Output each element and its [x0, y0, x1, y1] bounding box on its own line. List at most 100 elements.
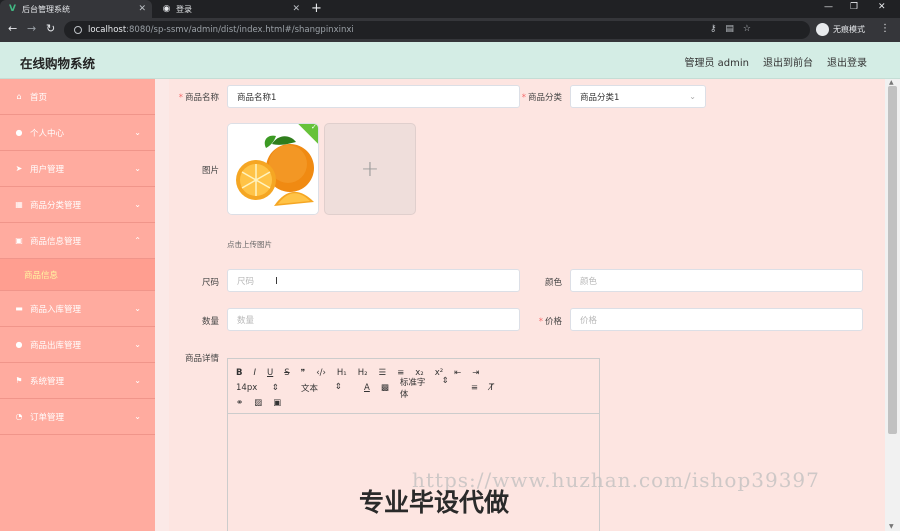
name-label: * 商品名称: [178, 93, 219, 103]
font-family-select[interactable]: 标准字体 ⇕: [400, 376, 460, 400]
chevron-down-icon: ⌄: [134, 412, 141, 421]
quantity-input[interactable]: 数量: [227, 308, 520, 331]
browser-tab-login[interactable]: ◉ 登录 ✕: [154, 0, 306, 18]
name-input[interactable]: 商品名称1: [227, 85, 520, 108]
sidebar-item-products[interactable]: ▣ 商品信息管理 ⌃: [0, 223, 155, 259]
sidebar-item-label: 商品入库管理: [30, 304, 82, 315]
sidebar-item-users[interactable]: ➤ 用户管理 ⌄: [0, 151, 155, 187]
star-icon[interactable]: ☆: [743, 24, 760, 34]
globe-icon: ◉: [162, 4, 171, 14]
underline-icon[interactable]: U: [267, 368, 273, 378]
sidebar-item-stock-in[interactable]: ▬ 商品入库管理 ⌄: [0, 291, 155, 327]
header1-icon[interactable]: H₁: [337, 368, 347, 378]
align-icon[interactable]: ≡: [471, 383, 478, 393]
sidebar: ⌂ 首页 ● 个人中心 ⌄ ➤ 用户管理 ⌄ ▦ 商品分类管理 ⌄ ▣ 商品信息…: [0, 79, 155, 531]
background-color-icon[interactable]: ▩: [381, 383, 389, 393]
bold-icon[interactable]: B: [236, 368, 242, 378]
main-content: * 商品名称 商品名称1 * 商品分类 商品分类1 ⌄ 图片 ✓ + 点击上传图…: [155, 79, 885, 531]
sidebar-item-orders[interactable]: ◔ 订单管理 ⌄: [0, 399, 155, 435]
text-cursor-icon: I: [275, 276, 278, 287]
sidebar-item-label: 首页: [30, 92, 48, 103]
orange-image: [228, 124, 318, 214]
price-label: * 价格: [538, 317, 562, 327]
detail-label: 商品详情: [184, 354, 219, 364]
text-type-select[interactable]: 文本 ⇕: [301, 382, 353, 394]
incognito-indicator[interactable]: 无痕模式: [816, 23, 865, 36]
page-scrollbar[interactable]: ▲ ▼: [885, 79, 900, 531]
chevron-down-icon: ⌄: [134, 128, 141, 137]
logout-link[interactable]: 退出登录: [827, 54, 867, 69]
address-bar[interactable]: localhost:8080/sp-ssmv/admin/dist/index.…: [64, 21, 810, 39]
incognito-icon: [816, 23, 829, 36]
back-to-front-link[interactable]: 退出到前台: [763, 54, 813, 69]
restore-icon[interactable]: ❐: [850, 2, 858, 12]
sidebar-item-label: 系统管理: [30, 376, 65, 387]
color-label: 颜色: [544, 278, 562, 288]
chevron-down-icon: ⌄: [134, 164, 141, 173]
app-header: 在线购物系统 管理员 admin 退出到前台 退出登录: [0, 42, 900, 79]
close-icon[interactable]: ✕: [292, 4, 300, 14]
sidebar-item-categories[interactable]: ▦ 商品分类管理 ⌄: [0, 187, 155, 223]
quantity-label: 数量: [201, 317, 219, 327]
browser-tab-bar: V 后台管理系统 ✕ ◉ 登录 ✕ + — ❐ ✕: [0, 0, 900, 18]
color-input[interactable]: 颜色: [570, 269, 863, 292]
site-info-icon[interactable]: [74, 26, 82, 34]
select-arrows-icon: ⇕: [441, 375, 449, 386]
sidebar-item-stock-out[interactable]: ● 商品出库管理 ⌄: [0, 327, 155, 363]
header2-icon[interactable]: H₂: [358, 368, 368, 378]
minimize-icon[interactable]: —: [824, 2, 833, 12]
uploaded-product-image[interactable]: ✓: [227, 123, 319, 215]
image-icon[interactable]: ▨: [254, 398, 262, 408]
sidebar-item-system[interactable]: ⚑ 系统管理 ⌄: [0, 363, 155, 399]
incognito-label: 无痕模式: [833, 25, 865, 34]
indent-icon[interactable]: ⇥: [472, 368, 479, 378]
chevron-down-icon: ⌄: [134, 200, 141, 209]
scroll-down-icon[interactable]: ▼: [889, 523, 894, 530]
text-type-value: 文本: [301, 383, 319, 394]
font-size-select[interactable]: 14px ⇕: [236, 383, 290, 393]
scroll-up-icon[interactable]: ▲: [889, 79, 894, 86]
window-close-icon[interactable]: ✕: [878, 2, 886, 12]
plus-icon: +: [360, 156, 380, 182]
video-icon[interactable]: ▣: [273, 398, 281, 408]
key-icon[interactable]: ⚷: [710, 24, 726, 34]
address-bar-actions[interactable]: ⚷▤☆: [710, 24, 760, 34]
link-icon[interactable]: ⚭: [236, 398, 243, 408]
check-icon: ✓: [311, 123, 317, 131]
browser-menu-icon[interactable]: ⋮: [880, 23, 890, 34]
blockquote-icon[interactable]: ❞: [301, 368, 306, 378]
scrollbar-thumb[interactable]: [888, 86, 897, 434]
size-label: 尺码: [201, 278, 219, 288]
font-color-icon[interactable]: A: [364, 383, 370, 393]
clipboard-icon: ▣: [15, 236, 23, 245]
price-input[interactable]: 价格: [570, 308, 863, 331]
upload-tip: 点击上传图片: [227, 240, 272, 249]
chevron-down-icon: ⌄: [134, 340, 141, 349]
dashboard-icon: ◔: [15, 412, 23, 421]
sidebar-item-profile[interactable]: ● 个人中心 ⌄: [0, 115, 155, 151]
back-icon[interactable]: ←: [8, 22, 17, 35]
sidebar-item-home[interactable]: ⌂ 首页: [0, 79, 155, 115]
clear-format-icon[interactable]: T̸: [489, 383, 494, 393]
tab-label: 后台管理系统: [22, 4, 70, 14]
sidebar-subitem-product-info[interactable]: 商品信息: [0, 259, 155, 291]
translate-icon[interactable]: ▤: [725, 24, 743, 34]
strike-icon[interactable]: S: [284, 368, 289, 378]
browser-toolbar: ← → ↻ localhost:8080/sp-ssmv/admin/dist/…: [0, 18, 900, 42]
sidebar-item-label: 商品出库管理: [30, 340, 82, 351]
size-input[interactable]: 尺码: [227, 269, 520, 292]
chevron-down-icon: ⌄: [134, 304, 141, 313]
ordered-list-icon[interactable]: ☰: [379, 368, 387, 378]
italic-icon[interactable]: I: [253, 368, 256, 378]
sidebar-item-label: 订单管理: [30, 412, 65, 423]
chevron-up-icon: ⌃: [134, 236, 141, 245]
reload-icon[interactable]: ↻: [46, 22, 55, 35]
browser-tab-admin[interactable]: V 后台管理系统 ✕: [0, 0, 152, 18]
new-tab-icon[interactable]: +: [311, 1, 322, 16]
close-icon[interactable]: ✕: [138, 4, 146, 14]
category-select[interactable]: 商品分类1 ⌄: [570, 85, 706, 108]
forward-icon[interactable]: →: [27, 22, 36, 35]
upload-add-button[interactable]: +: [324, 123, 416, 215]
code-icon[interactable]: ‹/›: [316, 368, 326, 378]
url-path: :8080/sp-ssmv/admin/dist/index.html#/sha…: [126, 25, 354, 35]
